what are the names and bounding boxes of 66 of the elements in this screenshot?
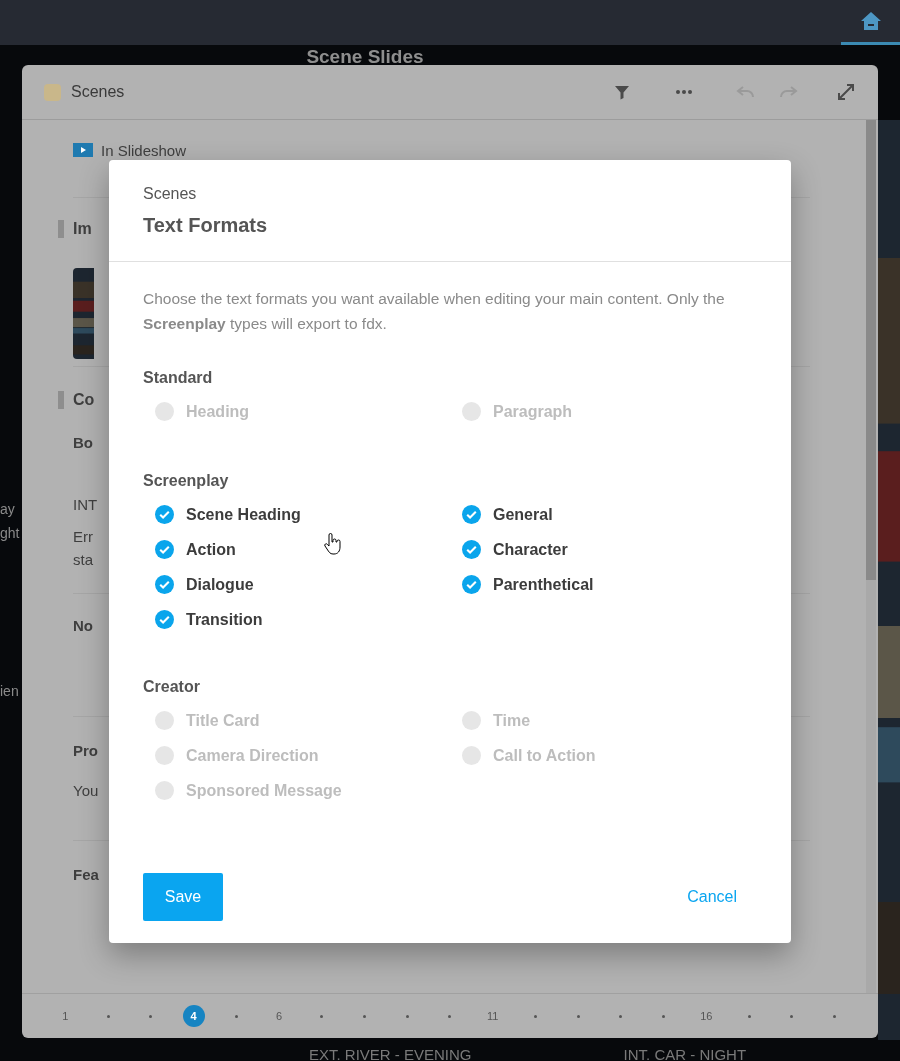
dialog-subtitle: Scenes	[143, 184, 198, 204]
scrollbar[interactable]	[866, 120, 876, 993]
option-label[interactable]: Heading	[186, 399, 250, 424]
option-label[interactable]: Call to Action	[493, 743, 596, 768]
option-label[interactable]: Scene Heading	[186, 502, 301, 527]
unchecked-checkbox[interactable]	[462, 746, 481, 765]
dialog-description: Choose the text formats you want available when editing your main content. Only the Screenplay types will export to fdx.	[143, 289, 726, 334]
text-line: Err	[73, 527, 93, 547]
cancel-link[interactable]: Cancel	[687, 885, 737, 909]
page-number[interactable]: 1	[62, 1007, 69, 1025]
option-label[interactable]: Dialogue	[186, 572, 254, 597]
checked-checkbox[interactable]	[462, 505, 481, 524]
hand-cursor-icon	[324, 533, 342, 555]
checked-checkbox[interactable]	[462, 575, 481, 594]
unchecked-checkbox[interactable]	[155, 711, 174, 730]
text-line: sta	[73, 551, 93, 568]
unchecked-checkbox[interactable]	[462, 402, 481, 421]
section-heading: Im	[73, 219, 92, 239]
group-heading: Creator	[143, 677, 201, 697]
page-number[interactable]: 16	[700, 1007, 713, 1025]
option-label[interactable]: Character	[493, 537, 568, 562]
field-label: Fea	[73, 866, 99, 883]
field-label: Pro	[73, 742, 98, 759]
option-label[interactable]: Action	[186, 537, 236, 562]
option-label[interactable]: Parenthetical	[493, 572, 594, 597]
field-label: No	[73, 617, 93, 634]
home-icon	[859, 11, 882, 31]
section-marker	[58, 390, 64, 409]
save-button[interactable]: Save	[143, 873, 223, 921]
text-line: You	[73, 782, 99, 799]
play-icon	[73, 142, 93, 157]
option-label[interactable]: Transition	[186, 607, 263, 632]
unchecked-checkbox[interactable]	[155, 402, 174, 421]
slideshow-label: In Slideshow	[101, 141, 187, 161]
side-text: ay	[0, 500, 15, 519]
unchecked-checkbox[interactable]	[155, 746, 174, 765]
section-marker	[58, 220, 64, 238]
text-line: INT	[73, 495, 98, 515]
option-label[interactable]: Sponsored Message	[186, 778, 342, 803]
checked-checkbox[interactable]	[155, 540, 174, 559]
dialog-title: Text Formats	[143, 213, 269, 237]
checked-checkbox[interactable]	[155, 575, 174, 594]
checked-checkbox[interactable]	[155, 505, 174, 524]
group-heading: Screenplay	[143, 471, 230, 491]
option-label[interactable]: General	[493, 502, 553, 527]
page-number[interactable]: 6	[275, 1007, 283, 1025]
expand-icon[interactable]	[836, 82, 856, 102]
unchecked-checkbox[interactable]	[462, 711, 481, 730]
field-label: Bo	[73, 433, 93, 453]
group-heading: Standard	[143, 368, 214, 388]
side-text: ght	[0, 524, 20, 543]
page-number[interactable]: 4	[182, 1005, 205, 1027]
unchecked-checkbox[interactable]	[155, 781, 174, 800]
panel-title: Scenes	[71, 82, 125, 102]
section-heading: Co	[73, 389, 95, 410]
scene-label: EXT. RIVER - EVENING	[309, 1046, 472, 1061]
scene-label: INT. CAR - NIGHT	[623, 1046, 747, 1061]
option-label[interactable]: Camera Direction	[186, 743, 319, 768]
checked-checkbox[interactable]	[462, 540, 481, 559]
checked-checkbox[interactable]	[155, 610, 174, 629]
page-title: Scene Slides	[306, 45, 424, 65]
option-label[interactable]: Title Card	[186, 708, 260, 733]
option-label[interactable]: Paragraph	[493, 399, 573, 424]
option-label[interactable]: Time	[493, 708, 531, 733]
side-text: ien	[0, 682, 19, 701]
page-number[interactable]: 11	[487, 1007, 499, 1025]
